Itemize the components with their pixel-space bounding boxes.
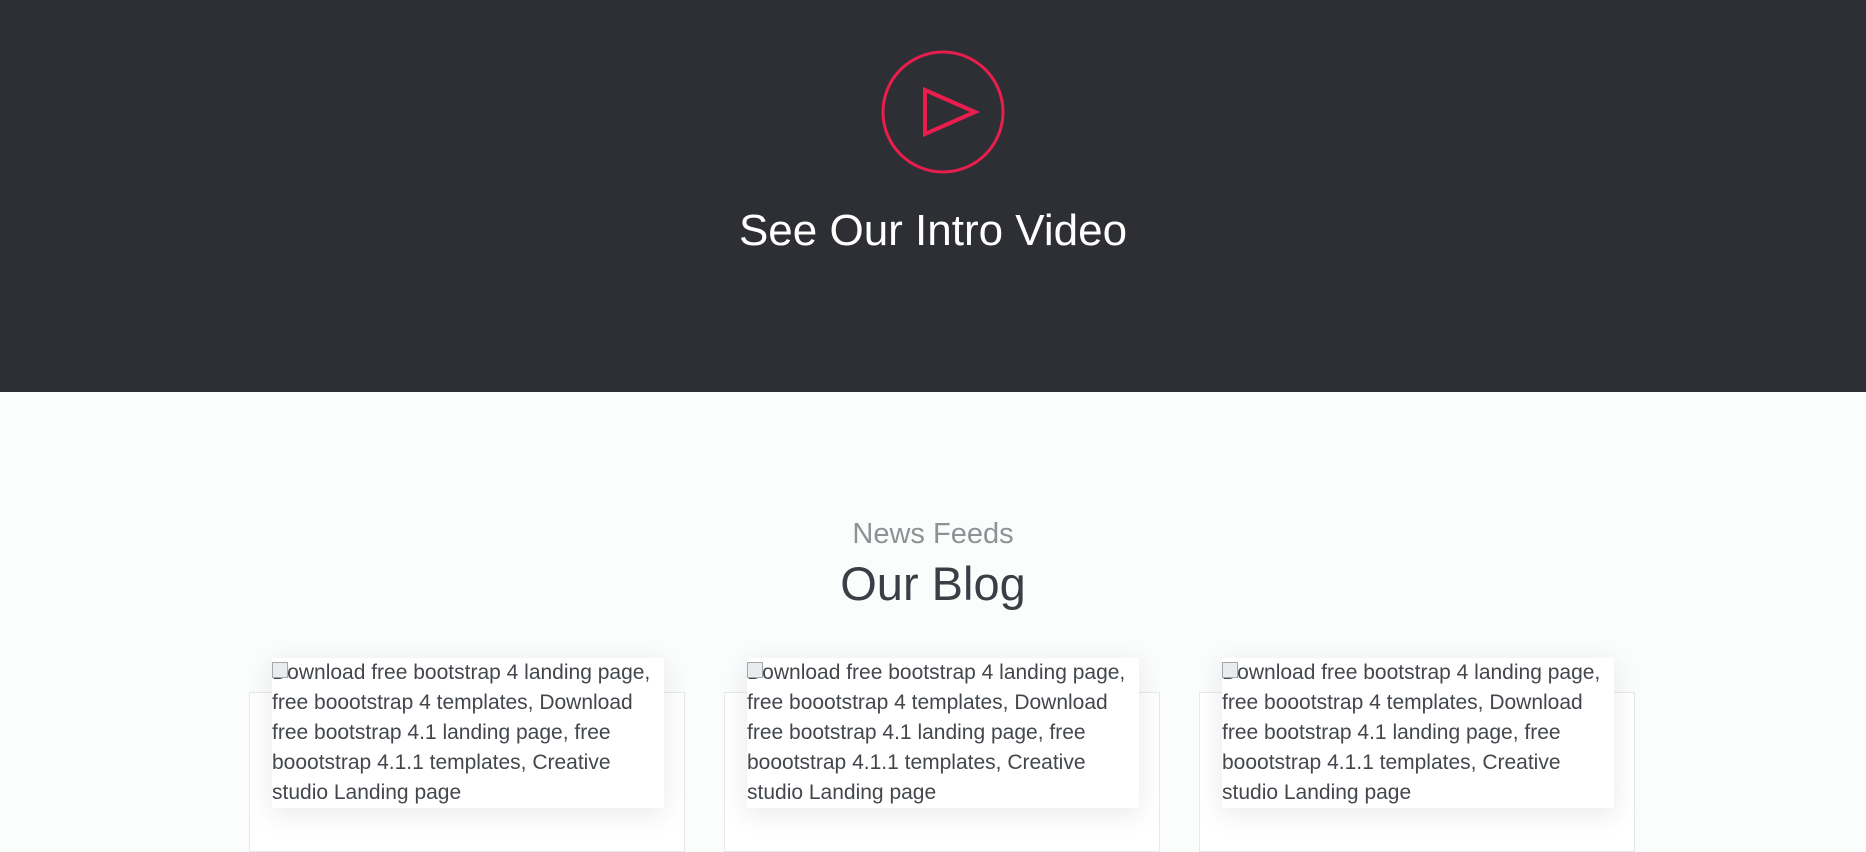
blog-section: News Feeds Our Blog Download free bootst…	[0, 392, 1866, 852]
blog-card-image[interactable]: Download free bootstrap 4 landing page, …	[747, 658, 1139, 808]
blog-card-image[interactable]: Download free bootstrap 4 landing page, …	[272, 658, 664, 808]
blog-card-image-alt-text: Download free bootstrap 4 landing page, …	[747, 661, 1126, 804]
play-video-button[interactable]	[881, 50, 1005, 174]
broken-image-icon	[1222, 662, 1238, 678]
blog-subtitle: News Feeds	[852, 518, 1014, 550]
intro-video-section: See Our Intro Video	[0, 0, 1866, 392]
blog-title: Our Blog	[840, 557, 1026, 610]
blog-card-image-alt-text: Download free bootstrap 4 landing page, …	[272, 661, 651, 804]
play-circle-icon	[881, 50, 1005, 174]
blog-card-image-alt-text: Download free bootstrap 4 landing page, …	[1222, 661, 1601, 804]
intro-video-title: See Our Intro Video	[738, 206, 1128, 255]
broken-image-icon	[747, 662, 763, 678]
blog-card-image[interactable]: Download free bootstrap 4 landing page, …	[1222, 658, 1614, 808]
broken-image-icon	[272, 662, 288, 678]
